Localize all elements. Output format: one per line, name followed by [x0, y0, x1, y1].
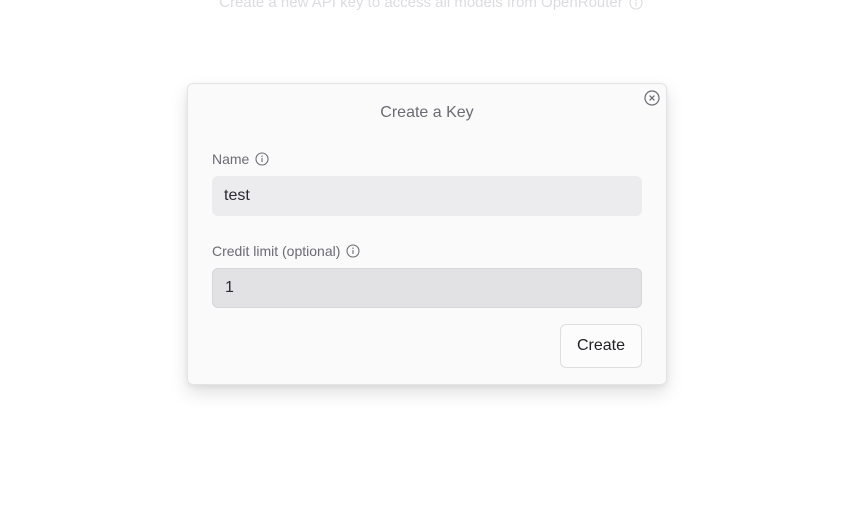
background-subtitle-text: Create a new API key to access all model…	[219, 0, 623, 11]
page: Create a new API key to access all model…	[0, 0, 862, 506]
background-subtitle: Create a new API key to access all model…	[0, 0, 862, 12]
credit-limit-info-icon[interactable]	[346, 244, 360, 258]
name-label-text: Name	[212, 151, 250, 167]
name-label: Name	[212, 150, 269, 168]
close-button[interactable]	[643, 89, 661, 107]
credit-limit-label: Credit limit (optional)	[212, 242, 360, 260]
close-icon	[644, 90, 660, 106]
credit-limit-input[interactable]	[212, 268, 642, 308]
credit-limit-label-text: Credit limit (optional)	[212, 243, 341, 259]
create-key-dialog: Create a Key Name Credit limit (optional…	[187, 83, 667, 385]
dialog-title: Create a Key	[380, 104, 474, 121]
name-info-icon[interactable]	[255, 152, 269, 166]
create-button[interactable]: Create	[560, 324, 642, 368]
info-icon	[629, 0, 643, 10]
name-input[interactable]	[212, 176, 642, 216]
